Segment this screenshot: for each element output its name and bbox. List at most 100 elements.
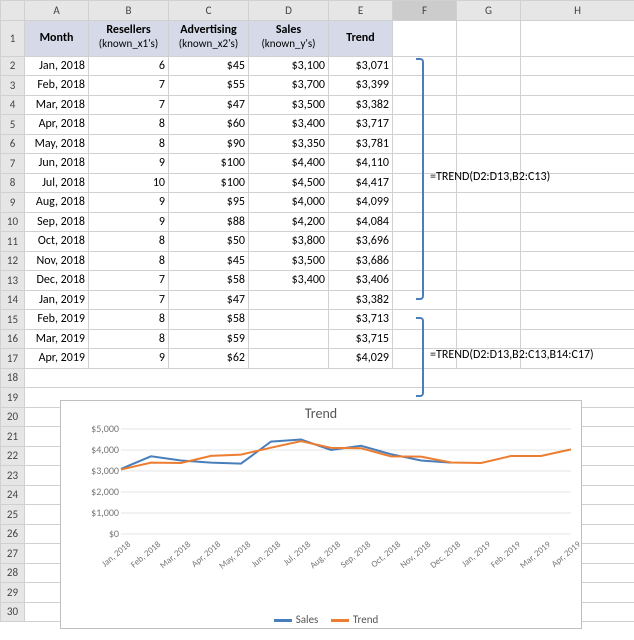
row-head[interactable]: 7 <box>1 154 25 174</box>
cell-sales[interactable]: $3,100 <box>249 56 329 76</box>
cell-trend[interactable]: $3,715 <box>329 329 393 349</box>
cell-sales[interactable]: $3,400 <box>249 115 329 135</box>
cell-trend[interactable]: $3,406 <box>329 271 393 291</box>
cell[interactable] <box>393 232 457 252</box>
cell-resellers[interactable]: 8 <box>89 329 169 349</box>
cell-resellers[interactable]: 7 <box>89 95 169 115</box>
cell[interactable] <box>393 20 457 56</box>
cell-month[interactable]: Apr, 2019 <box>25 349 89 369</box>
cell[interactable] <box>457 20 521 56</box>
col-A[interactable]: A <box>25 1 89 21</box>
cell[interactable] <box>25 368 634 388</box>
cell-sales[interactable]: $4,200 <box>249 212 329 232</box>
row-head[interactable]: 17 <box>1 349 25 369</box>
cell-advertising[interactable]: $60 <box>169 115 249 135</box>
cell[interactable] <box>393 251 457 271</box>
cell-month[interactable]: Sep, 2018 <box>25 212 89 232</box>
row-head[interactable]: 19 <box>1 388 25 408</box>
row-head[interactable]: 10 <box>1 212 25 232</box>
row-head[interactable]: 26 <box>1 524 25 544</box>
cell-month[interactable]: Feb, 2019 <box>25 310 89 330</box>
cell[interactable] <box>457 95 521 115</box>
cell-resellers[interactable]: 7 <box>89 76 169 96</box>
cell-advertising[interactable]: $95 <box>169 193 249 213</box>
cell-sales[interactable] <box>249 310 329 330</box>
cell[interactable] <box>457 271 521 291</box>
cell-advertising[interactable]: $45 <box>169 56 249 76</box>
row-head[interactable]: 20 <box>1 407 25 427</box>
cell-resellers[interactable]: 9 <box>89 154 169 174</box>
cell-trend[interactable]: $3,713 <box>329 310 393 330</box>
hdr-month[interactable]: Month <box>25 20 89 56</box>
cell-month[interactable]: May, 2018 <box>25 134 89 154</box>
row-head[interactable]: 2 <box>1 56 25 76</box>
cell-sales[interactable]: $3,400 <box>249 271 329 291</box>
cell[interactable] <box>521 232 634 252</box>
cell-advertising[interactable]: $58 <box>169 310 249 330</box>
cell[interactable] <box>393 193 457 213</box>
cell[interactable] <box>457 232 521 252</box>
cell-sales[interactable]: $3,350 <box>249 134 329 154</box>
cell-month[interactable]: Aug, 2018 <box>25 193 89 213</box>
cell-trend[interactable]: $3,696 <box>329 232 393 252</box>
cell-advertising[interactable]: $47 <box>169 95 249 115</box>
cell[interactable] <box>393 56 457 76</box>
cell-trend[interactable]: $4,084 <box>329 212 393 232</box>
cell-resellers[interactable]: 10 <box>89 173 169 193</box>
cell-resellers[interactable]: 7 <box>89 271 169 291</box>
cell[interactable] <box>521 271 634 291</box>
cell[interactable] <box>457 134 521 154</box>
cell-resellers[interactable]: 9 <box>89 349 169 369</box>
cell-advertising[interactable]: $100 <box>169 154 249 174</box>
cell[interactable] <box>521 76 634 96</box>
cell-advertising[interactable]: $45 <box>169 251 249 271</box>
row-head[interactable]: 12 <box>1 251 25 271</box>
cell-trend[interactable]: $3,071 <box>329 56 393 76</box>
row-head[interactable]: 3 <box>1 76 25 96</box>
cell-advertising[interactable]: $55 <box>169 76 249 96</box>
row-head[interactable]: 13 <box>1 271 25 291</box>
cell-resellers[interactable]: 8 <box>89 115 169 135</box>
cell[interactable] <box>457 115 521 135</box>
cell-trend[interactable]: $3,781 <box>329 134 393 154</box>
cell-resellers[interactable]: 6 <box>89 56 169 76</box>
cell[interactable] <box>521 134 634 154</box>
cell[interactable] <box>393 76 457 96</box>
col-F[interactable]: F <box>393 1 457 21</box>
row-head[interactable]: 6 <box>1 134 25 154</box>
row-head[interactable]: 16 <box>1 329 25 349</box>
row-head[interactable]: 23 <box>1 466 25 486</box>
cell-trend[interactable]: $4,099 <box>329 193 393 213</box>
cell[interactable] <box>393 212 457 232</box>
cell[interactable] <box>457 290 521 310</box>
cell-month[interactable]: Mar, 2019 <box>25 329 89 349</box>
cell-trend[interactable]: $3,382 <box>329 290 393 310</box>
cell-advertising[interactable]: $59 <box>169 329 249 349</box>
cell[interactable] <box>457 76 521 96</box>
cell-advertising[interactable]: $100 <box>169 173 249 193</box>
cell-month[interactable]: Dec, 2018 <box>25 271 89 291</box>
cell-trend[interactable]: $4,110 <box>329 154 393 174</box>
cell[interactable] <box>521 329 634 349</box>
cell-sales[interactable]: $3,500 <box>249 251 329 271</box>
cell-trend[interactable]: $4,029 <box>329 349 393 369</box>
cell-month[interactable]: Jan, 2019 <box>25 290 89 310</box>
cell-resellers[interactable]: 8 <box>89 251 169 271</box>
cell-advertising[interactable]: $62 <box>169 349 249 369</box>
cell-trend[interactable]: $3,382 <box>329 95 393 115</box>
cell-trend[interactable]: $3,717 <box>329 115 393 135</box>
row-head[interactable]: 8 <box>1 173 25 193</box>
cell[interactable] <box>521 20 634 56</box>
row-head[interactable]: 21 <box>1 427 25 447</box>
cell[interactable] <box>393 271 457 291</box>
row-head[interactable]: 5 <box>1 115 25 135</box>
row-head[interactable]: 9 <box>1 193 25 213</box>
cell[interactable] <box>521 95 634 115</box>
cell[interactable] <box>393 290 457 310</box>
hdr-trend[interactable]: Trend <box>329 20 393 56</box>
cell-sales[interactable] <box>249 290 329 310</box>
cell-sales[interactable]: $4,500 <box>249 173 329 193</box>
cell[interactable] <box>457 310 521 330</box>
row-head[interactable]: 14 <box>1 290 25 310</box>
cell-sales[interactable] <box>249 329 329 349</box>
